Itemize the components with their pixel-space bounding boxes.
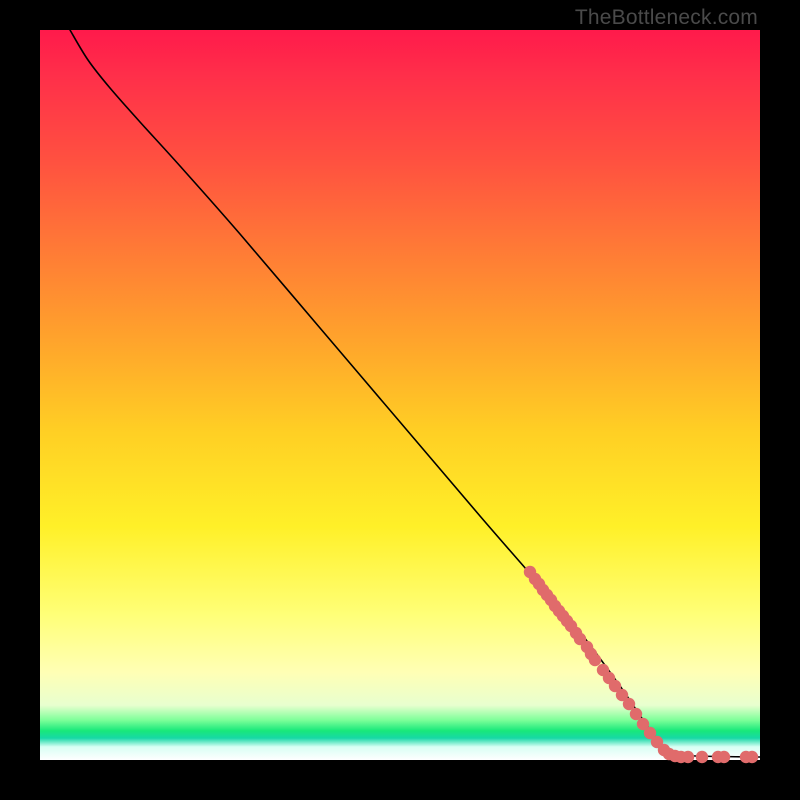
- plot-area: [40, 30, 760, 760]
- data-marker: [696, 751, 708, 763]
- data-marker: [589, 654, 601, 666]
- data-marker: [746, 751, 758, 763]
- chart-frame: TheBottleneck.com: [0, 0, 800, 800]
- data-marker: [630, 708, 642, 720]
- data-marker: [623, 698, 635, 710]
- data-markers-group: [524, 566, 758, 763]
- chart-svg: [40, 30, 760, 760]
- watermark-text: TheBottleneck.com: [575, 6, 758, 30]
- data-marker: [682, 751, 694, 763]
- bottleneck-curve: [70, 30, 760, 757]
- data-marker: [718, 751, 730, 763]
